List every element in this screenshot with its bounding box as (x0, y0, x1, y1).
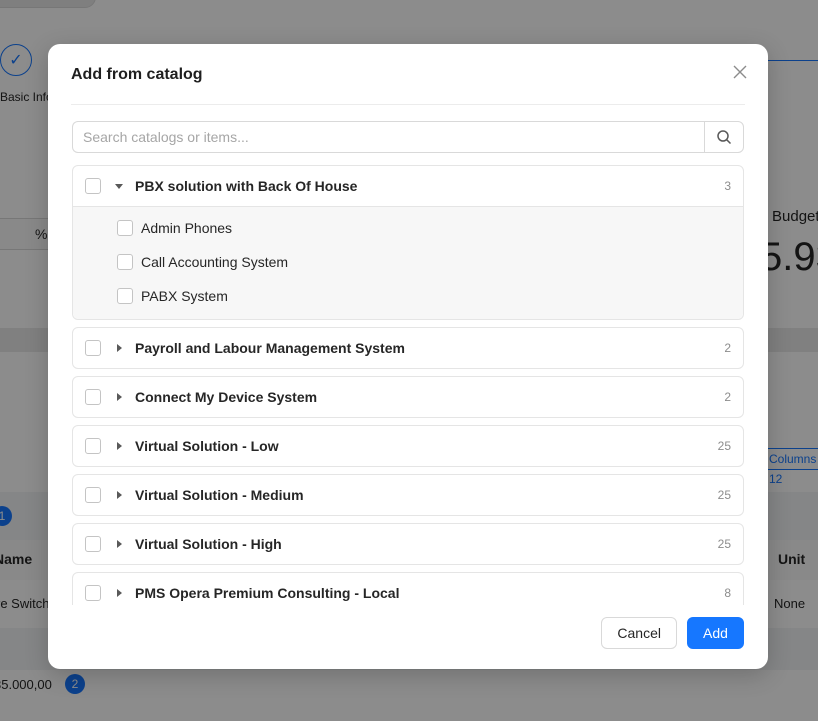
catalog-group-name: Connect My Device System (135, 389, 318, 405)
modal-footer: Cancel Add (601, 617, 744, 649)
catalog-search (72, 121, 744, 153)
catalog-group-count: 2 (724, 341, 731, 355)
catalog-group-header[interactable]: Virtual Solution - High 25 (73, 524, 743, 564)
catalog-item-label: Admin Phones (141, 220, 233, 236)
catalog-group: Payroll and Labour Management System 2 (72, 327, 744, 369)
add-from-catalog-modal: Add from catalog PBX solution with Back … (48, 44, 768, 669)
caret-right-icon[interactable] (113, 489, 125, 501)
group-checkbox[interactable] (85, 438, 101, 454)
modal-title: Add from catalog (71, 66, 203, 83)
catalog-group-header[interactable]: PMS Opera Premium Consulting - Local 8 (73, 573, 743, 605)
caret-right-icon[interactable] (113, 440, 125, 452)
catalog-group-count: 25 (717, 488, 731, 502)
catalog-group-name: Payroll and Labour Management System (135, 340, 405, 356)
catalog-list: PBX solution with Back Of House 3 Admin Ph… (72, 165, 744, 605)
catalog-group: PBX solution with Back Of House 3 Admin Ph… (72, 165, 744, 320)
catalog-group-header[interactable]: Connect My Device System 2 (73, 377, 743, 417)
item-checkbox[interactable] (117, 288, 133, 304)
catalog-group: Virtual Solution - Low 25 (72, 425, 744, 467)
catalog-item[interactable]: Call Accounting System (73, 245, 743, 279)
catalog-group-name: Virtual Solution - Medium (135, 487, 304, 503)
catalog-group-items: Admin Phones Call Accounting System PABX S… (73, 206, 743, 319)
caret-right-icon[interactable] (113, 587, 125, 599)
catalog-group-name: Virtual Solution - High (135, 536, 282, 552)
catalog-group-header[interactable]: PBX solution with Back Of House 3 (73, 166, 743, 206)
catalog-group-count: 25 (717, 439, 731, 453)
catalog-group: PMS Opera Premium Consulting - Local 8 (72, 572, 744, 605)
catalog-group-header[interactable]: Virtual Solution - Medium 25 (73, 475, 743, 515)
catalog-group-name: Virtual Solution - Low (135, 438, 279, 454)
catalog-item[interactable]: Admin Phones (73, 211, 743, 245)
modal-header-divider (71, 104, 745, 105)
catalog-group: Connect My Device System 2 (72, 376, 744, 418)
caret-right-icon[interactable] (113, 538, 125, 550)
close-icon[interactable] (730, 62, 750, 82)
catalog-group-name: PMS Opera Premium Consulting - Local (135, 585, 400, 601)
caret-right-icon[interactable] (113, 342, 125, 354)
catalog-group-count: 3 (724, 179, 731, 193)
catalog-group-count: 8 (724, 586, 731, 600)
item-checkbox[interactable] (117, 220, 133, 236)
catalog-group: Virtual Solution - High 25 (72, 523, 744, 565)
add-button[interactable]: Add (687, 617, 744, 649)
group-checkbox[interactable] (85, 585, 101, 601)
group-checkbox[interactable] (85, 536, 101, 552)
group-checkbox[interactable] (85, 389, 101, 405)
group-checkbox[interactable] (85, 487, 101, 503)
caret-down-icon[interactable] (113, 180, 125, 192)
search-icon (717, 130, 732, 145)
group-checkbox[interactable] (85, 340, 101, 356)
catalog-group-header[interactable]: Payroll and Labour Management System 2 (73, 328, 743, 368)
catalog-group-count: 25 (717, 537, 731, 551)
catalog-group: Virtual Solution - Medium 25 (72, 474, 744, 516)
catalog-item[interactable]: PABX System (73, 279, 743, 313)
catalog-group-header[interactable]: Virtual Solution - Low 25 (73, 426, 743, 466)
caret-right-icon[interactable] (113, 391, 125, 403)
item-checkbox[interactable] (117, 254, 133, 270)
catalog-group-name: PBX solution with Back Of House (135, 178, 358, 194)
cancel-button[interactable]: Cancel (601, 617, 677, 649)
catalog-item-label: Call Accounting System (141, 254, 289, 270)
catalog-group-count: 2 (724, 390, 731, 404)
search-input[interactable] (72, 121, 704, 153)
catalog-item-label: PABX System (141, 288, 228, 304)
group-checkbox[interactable] (85, 178, 101, 194)
search-button[interactable] (704, 121, 744, 153)
